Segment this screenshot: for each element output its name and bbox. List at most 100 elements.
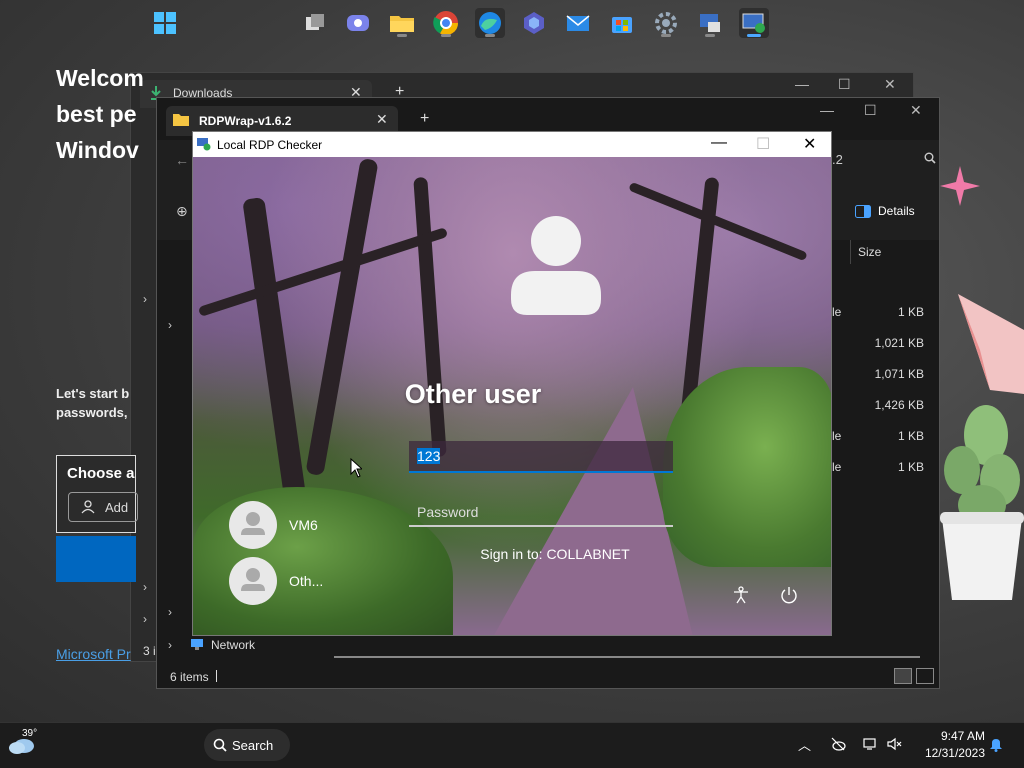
nav-expand-chevron-icon[interactable]: › [143,612,147,626]
nav-expand-chevron-icon[interactable]: › [168,318,172,332]
file-size: 1 KB [897,429,924,443]
store-button[interactable] [607,8,637,38]
settings-button[interactable] [651,8,681,38]
copilot-button[interactable] [519,8,549,38]
address-bar-fragment[interactable]: .2 [832,152,843,167]
explorer-tab-close-icon[interactable]: ✕ [376,111,388,128]
wallpaper-tree [242,196,306,498]
primary-action-button[interactable] [56,536,136,582]
mouse-cursor-icon [350,458,362,478]
back-arrow-icon[interactable]: ← [175,152,189,168]
file-size: 1 KB [897,305,924,319]
user-avatar-icon [511,216,601,315]
edge-button[interactable] [475,8,505,38]
choose-label: Choose a [67,465,135,482]
user-tile-avatar-icon [229,557,277,605]
task-view-icon [306,14,324,30]
edge-status-fragment: 3 i [143,644,156,658]
explorer-minimize-icon[interactable]: — [820,102,834,118]
person-icon [81,500,95,514]
rdp-config-button[interactable] [695,8,725,38]
details-button[interactable]: Details [878,204,915,218]
search-icon [213,738,227,752]
add-account-label: Add [105,500,129,515]
add-account-button[interactable]: Add [68,492,138,522]
microsoft-privacy-link[interactable]: Microsoft Pr [56,646,131,662]
explorer-maximize-icon[interactable]: ☐ [864,102,877,119]
wallpaper-tree [413,176,447,458]
rdp-title-bar[interactable]: Local RDP Checker — ☐ ✕ [193,132,831,157]
folder-icon [173,114,189,126]
password-input[interactable]: Password [409,495,673,527]
column-divider [850,240,851,264]
start-button[interactable] [150,8,180,38]
file-explorer-button[interactable] [387,8,417,38]
user-tile-vm6[interactable]: VM6 [229,501,359,549]
rdp-maximize-icon[interactable]: ☐ [756,134,770,154]
explorer-close-icon[interactable]: ✕ [910,102,922,119]
explorer-new-tab-icon[interactable]: + [420,110,429,128]
horizontal-scrollbar[interactable] [334,656,920,658]
user-tile-name: VM6 [289,517,318,533]
power-icon[interactable] [779,585,799,605]
rdp-checker-button[interactable] [739,8,769,38]
file-size: 1,426 KB [874,398,924,412]
network-status-icon[interactable] [862,736,878,752]
file-size: 1,071 KB [874,367,924,381]
onedrive-offline-icon[interactable] [830,736,846,752]
username-value: 123 [417,448,441,464]
rdp-checker-window: Local RDP Checker — ☐ ✕ Other user 123 P… [192,131,832,636]
running-indicator [485,34,495,37]
details-view-icon[interactable] [894,668,912,684]
file-size: 1,021 KB [874,336,924,350]
file-name-fragment[interactable]: le [832,429,841,443]
explorer-tab-label: RDPWrap-v1.6.2 [199,114,292,128]
weather-temperature: 39° [22,728,38,739]
running-indicator [397,34,407,37]
user-tile-other[interactable]: Oth... [229,557,359,605]
taskbar-search-label: Search [232,738,274,753]
rdp-minimize-icon[interactable]: — [711,134,727,152]
chrome-button[interactable] [431,8,461,38]
status-separator [216,670,217,682]
clock-date[interactable]: 12/31/2023 [915,746,985,760]
active-indicator [747,34,761,37]
remote-lock-screen: Other user 123 Password Sign in to: COLL… [193,157,831,635]
file-name-fragment[interactable]: le [832,460,841,474]
nav-expand-chevron-icon[interactable]: › [143,292,147,306]
rdp-app-icon [197,138,211,151]
teams-icon [347,15,369,31]
welcome-subtitle: Let's start b passwords, [56,386,130,420]
file-size: 1 KB [897,460,924,474]
sign-in-domain: Sign in to: COLLABNET [480,546,630,562]
nav-expand-chevron-icon[interactable]: › [168,605,172,619]
notification-bell-icon[interactable] [988,736,1004,752]
welcome-title: Welcom best pe Windov [56,65,144,163]
nav-expand-chevron-icon[interactable]: › [143,580,147,594]
copilot-icon [524,12,544,34]
login-user-name: Other user [404,379,542,409]
clock-time[interactable]: 9:47 AM [925,729,985,743]
size-column-header[interactable]: Size [858,245,881,259]
wallpaper-tree [305,157,379,477]
nav-expand-chevron-icon[interactable]: › [168,638,172,652]
task-view-button[interactable] [300,8,330,38]
wallpaper-branch [628,181,808,262]
store-icon [612,17,632,33]
mail-button[interactable] [563,8,593,38]
tiles-view-icon[interactable] [916,668,934,684]
file-name-fragment[interactable]: le [832,305,841,319]
username-input[interactable]: 123 [409,441,673,473]
status-item-count: 6 items [170,670,209,684]
nav-item-network-label: Network [211,638,256,652]
mail-icon [566,15,590,31]
search-icon[interactable] [924,152,936,164]
teams-button[interactable] [343,8,373,38]
start-icon [154,12,176,34]
accessibility-icon[interactable] [731,585,751,605]
new-item-icon[interactable]: ⊕ [176,203,188,220]
rdp-close-icon[interactable]: ✕ [803,134,816,154]
volume-muted-icon[interactable] [886,736,902,752]
tray-overflow-chevron-icon[interactable]: ︿ [798,735,811,754]
running-indicator [441,34,451,37]
